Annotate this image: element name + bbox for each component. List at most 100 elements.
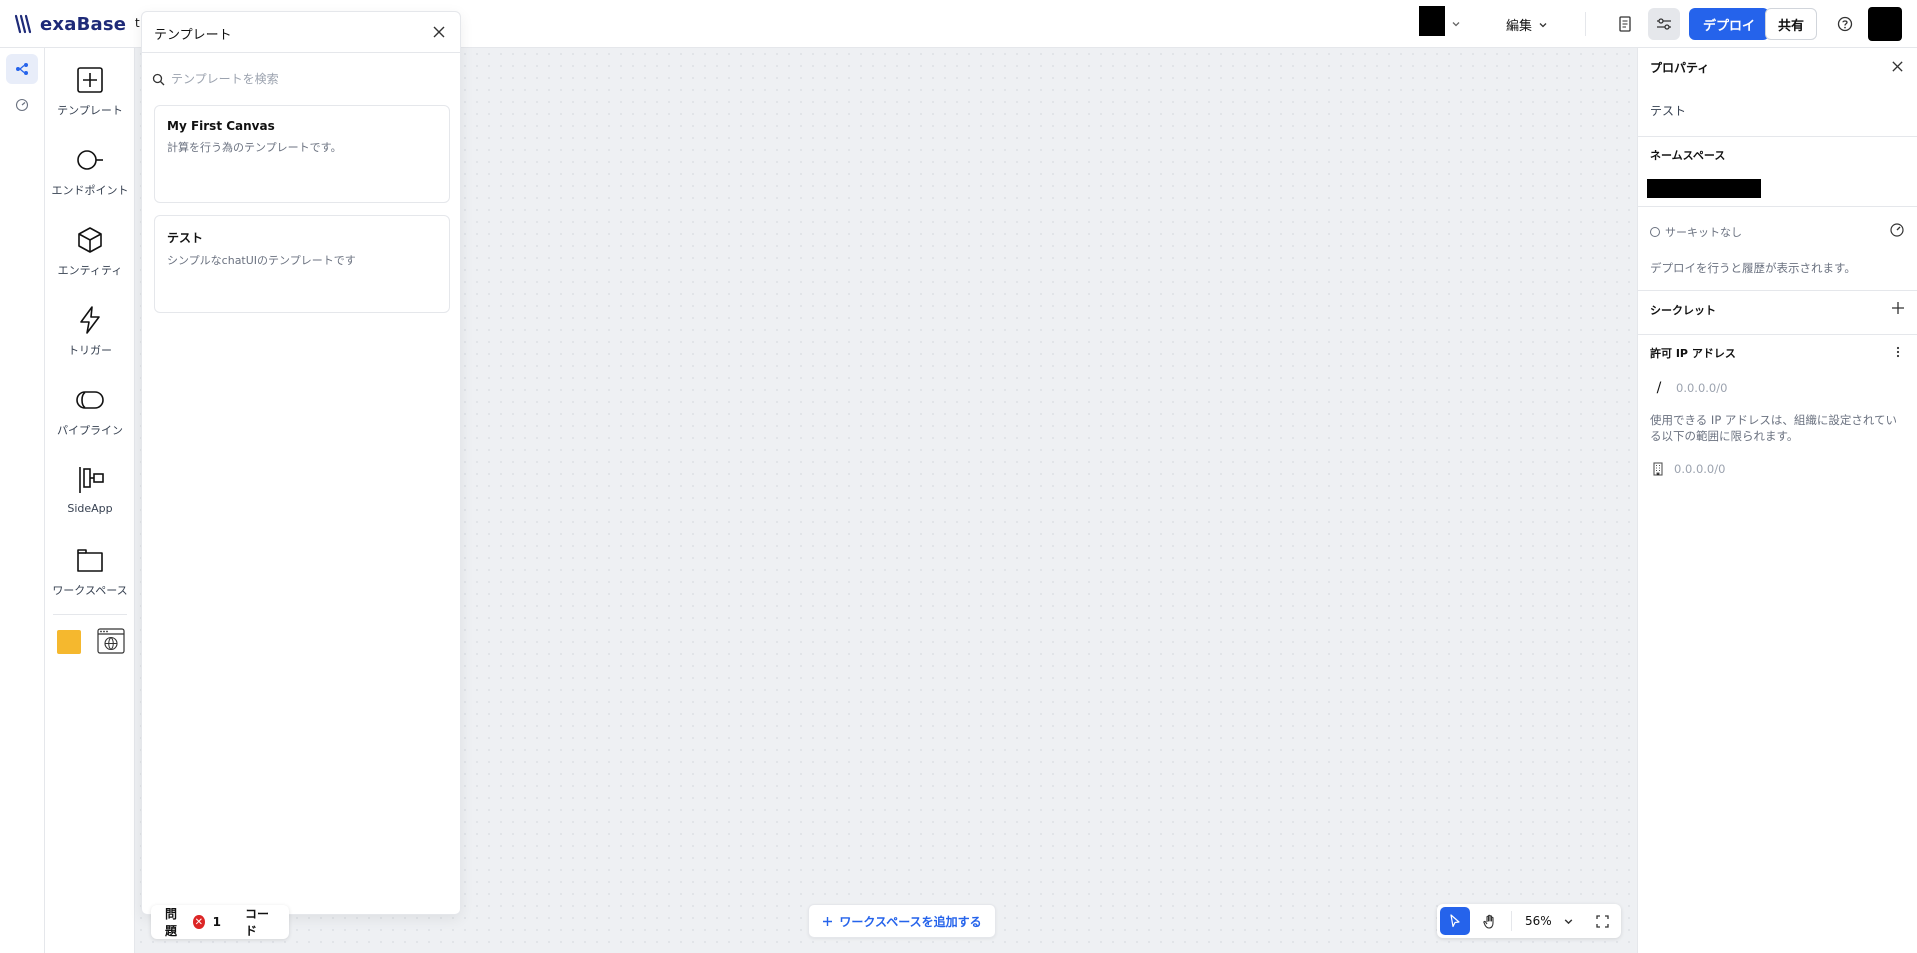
tool-endpoint[interactable]: エンドポイント: [45, 144, 135, 214]
browser-globe-icon[interactable]: [97, 628, 125, 654]
sideapp-icon: [79, 467, 104, 493]
lightning-icon: [80, 306, 100, 334]
section-divider: [1638, 206, 1917, 207]
workspace-dropdown-button[interactable]: [1446, 9, 1466, 39]
folder-icon: [77, 549, 103, 572]
issues-bar: 問題 ✕ 1 コード: [151, 905, 289, 939]
rail-canvas-button[interactable]: [6, 54, 38, 84]
code-tab[interactable]: コード: [245, 905, 275, 939]
secret-label: シークレット: [1650, 304, 1716, 317]
template-card[interactable]: テスト シンプルなchatUIのテンプレートです: [154, 215, 450, 313]
plus-square-icon: [77, 67, 103, 93]
gauge-icon: [15, 98, 29, 112]
template-search-input[interactable]: [171, 72, 431, 86]
tool-label: トリガー: [68, 344, 112, 357]
zoom-controls: 56%: [1437, 904, 1621, 938]
user-avatar[interactable]: [1868, 7, 1902, 41]
template-search: [152, 68, 448, 90]
logo-text: exaBase: [40, 13, 127, 35]
tool-workspace[interactable]: ワークスペース: [45, 544, 135, 614]
sticky-note-icon[interactable]: [57, 630, 81, 654]
chevron-down-icon: [1539, 22, 1547, 27]
fullscreen-button[interactable]: [1587, 907, 1617, 935]
edit-menu[interactable]: 編集: [1506, 15, 1548, 34]
tool-pipeline[interactable]: パイプライン: [45, 384, 135, 454]
properties-close-button[interactable]: [1887, 56, 1907, 76]
pan-tool-button[interactable]: [1475, 907, 1505, 935]
fullscreen-icon: [1595, 914, 1609, 928]
template-card-title: My First Canvas: [167, 119, 275, 133]
org-ip-row: 0.0.0.0/0: [1652, 462, 1725, 476]
properties-panel: プロパティ テスト ネームスペース サーキットなし デプロイを行うと履歴が表示さ…: [1637, 48, 1917, 953]
properties-toggle-button[interactable]: [1648, 8, 1680, 40]
tool-trigger[interactable]: トリガー: [45, 304, 135, 374]
template-panel-close-button[interactable]: [428, 21, 450, 43]
deploy-history-note: デプロイを行うと履歴が表示されます。: [1650, 261, 1856, 275]
tool-palette: テンプレート エンドポイント エンティティ トリガー パイプライン SideAp…: [45, 48, 135, 953]
template-panel-title: テンプレート: [154, 28, 232, 43]
close-icon: [433, 26, 445, 38]
share-button[interactable]: 共有: [1765, 8, 1818, 40]
palette-divider: [53, 614, 127, 615]
namespace-label: ネームスペース: [1650, 149, 1726, 162]
allowed-ip-label: 許可 IP アドレス: [1650, 347, 1736, 360]
select-tool-button[interactable]: [1440, 907, 1470, 935]
allowed-ip-menu-button[interactable]: [1891, 345, 1905, 359]
exabase-logo-icon: [14, 14, 32, 34]
zoom-divider: [1511, 911, 1512, 931]
template-card[interactable]: My First Canvas 計算を行う為のテンプレートです。: [154, 105, 450, 203]
issues-count: 1: [212, 915, 222, 929]
building-icon: [1653, 462, 1663, 476]
circuit-label: サーキットなし: [1665, 226, 1742, 239]
template-card-description: 計算を行う為のテンプレートです。: [167, 141, 342, 154]
section-divider: [1638, 290, 1917, 291]
zoom-level: 56%: [1525, 914, 1552, 928]
properties-title: プロパティ: [1650, 61, 1710, 75]
gauge-icon[interactable]: [1889, 222, 1905, 238]
add-workspace-button[interactable]: ワークスペースを追加する: [808, 904, 996, 938]
help-button[interactable]: [1829, 8, 1861, 40]
plus-icon: [823, 916, 833, 926]
canvas-name[interactable]: テスト: [1650, 102, 1686, 119]
pipe-icon: [76, 391, 104, 409]
circuit-status: サーキットなし: [1650, 224, 1742, 240]
issues-tab[interactable]: 問題: [165, 905, 185, 939]
more-vertical-icon: [1896, 346, 1900, 358]
help-icon: [1837, 16, 1853, 32]
tool-entity[interactable]: エンティティ: [45, 224, 135, 294]
template-panel-header: テンプレート: [142, 12, 460, 53]
pointer-icon: [1450, 914, 1460, 928]
flow-icon: [16, 63, 28, 75]
left-rail: [0, 48, 45, 953]
rail-monitor-button[interactable]: [6, 90, 38, 120]
org-ip-range: 0.0.0.0/0: [1674, 462, 1726, 476]
toolbar-divider: [1585, 12, 1586, 36]
tool-label: エンティティ: [57, 264, 123, 277]
error-icon: ✕: [193, 915, 205, 929]
slash-icon: /: [1656, 380, 1662, 396]
template-card-description: シンプルなchatUIのテンプレートです: [167, 254, 356, 267]
ip-range-note: 使用できる IP アドレスは、組織に設定されている以下の範囲に限られます。: [1650, 413, 1898, 443]
tool-label: テンプレート: [57, 104, 123, 117]
zoom-dropdown-button[interactable]: [1553, 907, 1583, 935]
sliders-icon: [1657, 18, 1671, 30]
add-secret-icon[interactable]: [1891, 301, 1905, 315]
logo[interactable]: exaBase: [14, 12, 126, 36]
deploy-button[interactable]: デプロイ: [1689, 8, 1770, 40]
chevron-down-icon: [1452, 22, 1460, 27]
template-card-title: テスト: [167, 231, 204, 245]
edit-menu-label: 編集: [1506, 19, 1533, 34]
document-button[interactable]: [1609, 8, 1641, 40]
ip-input-row[interactable]: / 0.0.0.0/0: [1652, 380, 1728, 396]
chevron-down-icon: [1564, 918, 1572, 924]
tool-label: ワークスペース: [52, 584, 128, 597]
namespace-value: [1647, 179, 1761, 198]
section-divider: [1638, 334, 1917, 335]
tool-sideapp[interactable]: SideApp: [45, 464, 135, 534]
template-panel: テンプレート My First Canvas 計算を行う為のテンプレートです。 …: [141, 11, 461, 915]
tool-label: エンドポイント: [51, 184, 129, 197]
tool-template[interactable]: テンプレート: [45, 64, 135, 134]
search-icon: [152, 73, 165, 85]
tool-label: パイプライン: [57, 424, 123, 437]
workspace-avatar[interactable]: [1419, 6, 1445, 36]
